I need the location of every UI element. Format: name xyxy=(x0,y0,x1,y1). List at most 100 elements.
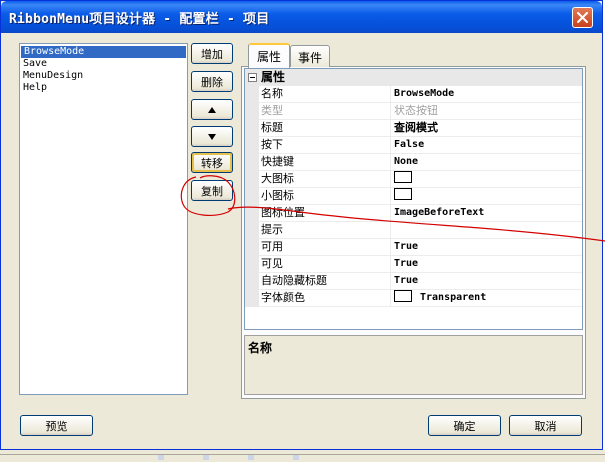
column-separator xyxy=(390,205,391,222)
column-separator xyxy=(390,154,391,171)
list-item[interactable]: MenuDesign xyxy=(20,70,187,82)
property-value[interactable]: True xyxy=(394,239,582,255)
property-row[interactable]: 大图标 xyxy=(245,171,582,188)
property-name: 可用 xyxy=(261,240,283,253)
row-gutter xyxy=(245,222,259,239)
column-separator xyxy=(390,273,391,290)
background-mark xyxy=(203,455,209,460)
copy-button[interactable]: 复制 xyxy=(191,180,233,201)
property-value[interactable]: None xyxy=(394,154,582,170)
property-row[interactable]: 图标位置 ImageBeforeText xyxy=(245,205,582,222)
grid-category[interactable]: 属性 xyxy=(245,69,582,86)
row-gutter xyxy=(245,86,259,103)
row-gutter xyxy=(245,290,259,307)
list-item[interactable]: Save xyxy=(20,58,187,70)
property-name: 标题 xyxy=(261,121,283,134)
property-row[interactable]: 类型 状态按钮 xyxy=(245,103,582,120)
delete-button[interactable]: 删除 xyxy=(191,71,233,92)
column-separator xyxy=(390,137,391,154)
list-item[interactable]: Help xyxy=(20,82,187,94)
property-row[interactable]: 可见 True xyxy=(245,256,582,273)
background-mark xyxy=(248,455,254,460)
property-value[interactable]: 查阅模式 xyxy=(394,120,582,136)
column-separator xyxy=(390,120,391,137)
property-row[interactable]: 自动隐藏标题 True xyxy=(245,273,582,290)
property-grid[interactable]: 属性 名称 BrowseMode 类型 状态按钮 标题 查阅模式 按下 Fals… xyxy=(244,68,583,330)
property-name: 可见 xyxy=(261,257,283,270)
property-name: 快捷键 xyxy=(261,155,294,168)
property-row[interactable]: 提示 xyxy=(245,222,582,239)
property-value: 状态按钮 xyxy=(394,104,438,117)
color-value: Transparent xyxy=(420,292,487,303)
preview-button[interactable]: 预览 xyxy=(20,415,93,436)
property-value[interactable]: True xyxy=(394,256,582,272)
property-name: 大图标 xyxy=(261,172,294,185)
ok-button[interactable]: 确定 xyxy=(428,415,501,436)
property-value[interactable]: False xyxy=(394,137,582,153)
property-row[interactable]: 快捷键 None xyxy=(245,154,582,171)
property-row[interactable]: 字体颜色 Transparent xyxy=(245,290,582,307)
property-name: 名称 xyxy=(261,87,283,100)
property-name: 按下 xyxy=(261,138,283,151)
cancel-button[interactable]: 取消 xyxy=(509,415,582,436)
description-panel: 名称 xyxy=(244,335,583,395)
property-value[interactable] xyxy=(394,188,582,204)
column-separator xyxy=(390,171,391,188)
row-gutter xyxy=(245,154,259,171)
image-swatch-icon xyxy=(394,188,412,200)
column-separator xyxy=(390,256,391,273)
column-separator xyxy=(390,188,391,205)
row-gutter xyxy=(245,239,259,256)
property-value[interactable] xyxy=(394,222,582,238)
row-gutter xyxy=(245,103,259,120)
description-title: 名称 xyxy=(248,341,273,355)
property-rows: 名称 BrowseMode 类型 状态按钮 标题 查阅模式 按下 False 快… xyxy=(245,86,582,307)
column-separator xyxy=(390,86,391,103)
property-row[interactable]: 名称 BrowseMode xyxy=(245,86,582,103)
add-button[interactable]: 增加 xyxy=(191,43,233,64)
color-swatch-icon xyxy=(394,290,412,302)
background-mark xyxy=(293,455,299,460)
property-row[interactable]: 小图标 xyxy=(245,188,582,205)
close-button[interactable] xyxy=(572,7,593,28)
row-gutter xyxy=(245,137,259,154)
background-strip xyxy=(0,450,605,462)
category-label: 属性 xyxy=(261,70,286,84)
item-listbox[interactable]: BrowseMode Save MenuDesign Help xyxy=(19,43,188,395)
list-item[interactable]: BrowseMode xyxy=(21,46,186,58)
title-bar[interactable]: RibbonMenu项目设计器 - 配置栏 - 项目 xyxy=(1,1,602,33)
row-gutter xyxy=(245,171,259,188)
property-row[interactable]: 按下 False xyxy=(245,137,582,154)
move-down-button[interactable] xyxy=(191,126,233,147)
row-gutter xyxy=(245,120,259,137)
column-separator xyxy=(390,222,391,239)
property-name: 类型 xyxy=(261,104,283,117)
property-name: 提示 xyxy=(261,223,283,236)
image-swatch-icon xyxy=(394,171,412,183)
arrow-up-icon xyxy=(208,106,216,113)
window-title: RibbonMenu项目设计器 - 配置栏 - 项目 xyxy=(9,12,270,27)
transfer-button[interactable]: 转移 xyxy=(191,152,233,173)
property-value[interactable]: True xyxy=(394,273,582,289)
property-value[interactable]: BrowseMode xyxy=(394,86,582,102)
property-value[interactable]: ImageBeforeText xyxy=(394,205,582,221)
move-up-button[interactable] xyxy=(191,99,233,120)
property-value[interactable] xyxy=(394,171,582,187)
property-name: 自动隐藏标题 xyxy=(261,274,327,287)
row-gutter xyxy=(245,273,259,290)
tab-events[interactable]: 事件 xyxy=(290,45,330,67)
property-row[interactable]: 可用 True xyxy=(245,239,582,256)
column-separator xyxy=(390,239,391,256)
row-gutter xyxy=(245,205,259,222)
background-mark xyxy=(158,455,164,460)
collapse-icon[interactable] xyxy=(248,73,257,82)
property-name: 图标位置 xyxy=(261,206,305,219)
background-line xyxy=(0,454,605,455)
row-gutter xyxy=(245,188,259,205)
property-row[interactable]: 标题 查阅模式 xyxy=(245,120,582,137)
property-name: 字体颜色 xyxy=(261,291,305,304)
property-value[interactable]: Transparent xyxy=(394,290,582,306)
column-separator xyxy=(390,290,391,307)
tab-properties[interactable]: 属性 xyxy=(248,43,290,68)
property-name: 小图标 xyxy=(261,189,294,202)
